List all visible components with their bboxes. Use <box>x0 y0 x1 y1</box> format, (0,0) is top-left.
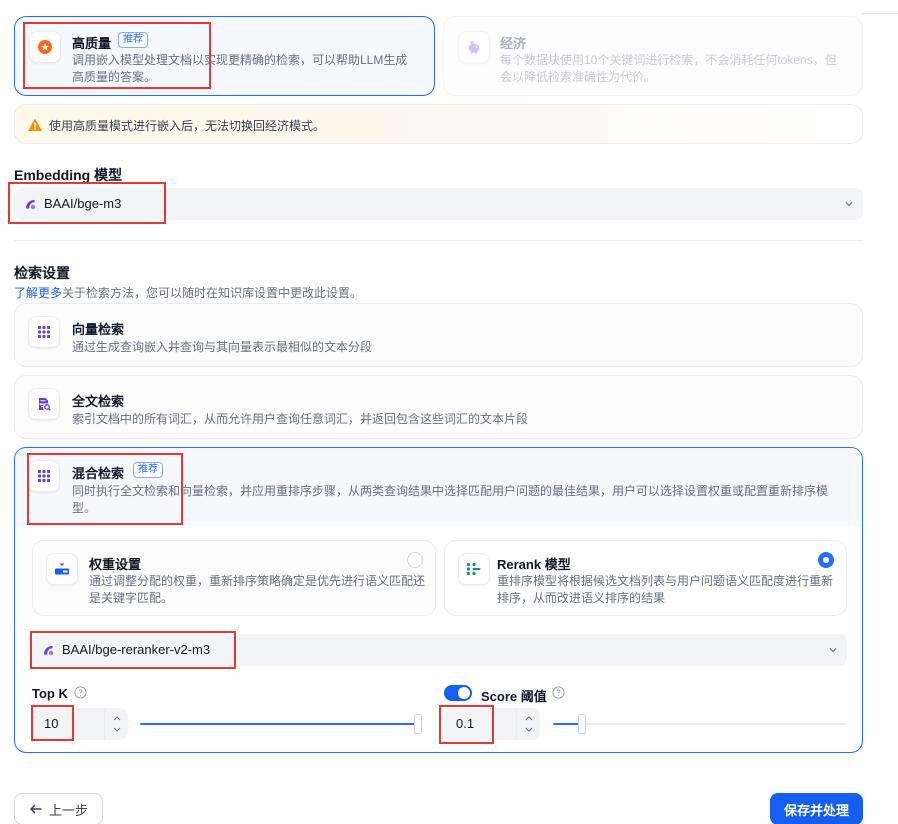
chevron-down-icon[interactable] <box>112 726 122 734</box>
retrieval-settings-title: 检索设置 <box>14 265 70 281</box>
rerank-model-radio[interactable] <box>818 552 834 568</box>
score-threshold-toggle[interactable] <box>444 685 472 701</box>
embedding-model-select[interactable]: BAAI/bge-m3 <box>14 188 863 220</box>
grid-icon <box>28 316 60 348</box>
rerank-model-option[interactable]: Rerank 模型 重排序模型将根据候选文档列表与用户问题语义匹配度进行重新排序… <box>444 540 847 616</box>
section-divider <box>14 240 863 241</box>
high-quality-desc: 调用嵌入模型处理文档以实现更精确的检索，可以帮助LLM生成高质量的答案。 <box>72 53 408 84</box>
previous-step-label: 上一步 <box>48 802 88 818</box>
recommended-badge: 推荐 <box>133 462 163 478</box>
score-threshold-label: Score 阈值 <box>481 689 547 704</box>
high-quality-title: 高质量 <box>72 36 112 51</box>
warning-text: 使用高质量模式进行嵌入后，无法切换回经济模式。 <box>49 119 326 133</box>
fulltext-search-title: 全文检索 <box>72 394 125 409</box>
slider-fill <box>140 723 422 725</box>
toggle-knob <box>458 687 470 699</box>
rerank-model-title: Rerank 模型 <box>497 557 571 572</box>
score-threshold-input[interactable]: 0.1 <box>444 708 540 740</box>
vector-search-title: 向量检索 <box>72 322 125 337</box>
previous-step-button[interactable]: 上一步 <box>14 793 103 824</box>
vector-search-desc: 通过生成查询嵌入并查询与其向量表示最相似的文本分段 <box>72 340 373 354</box>
embedding-model-value: BAAI/bge-m3 <box>44 196 122 211</box>
score-threshold-stepper[interactable] <box>516 708 540 740</box>
hybrid-search-title: 混合检索 <box>72 466 125 481</box>
vector-search-option[interactable]: 向量检索 通过生成查询嵌入并查询与其向量表示最相似的文本分段 <box>14 303 863 367</box>
help-icon[interactable] <box>552 686 565 699</box>
economy-desc: 每个数据块使用10个关键词进行检索，不会消耗任何tokens，但会以降低检索准确… <box>500 53 837 84</box>
rerank-model-select[interactable]: BAAI/bge-reranker-v2-m3 <box>32 634 847 666</box>
score-threshold-slider[interactable] <box>553 714 846 734</box>
top-k-input[interactable]: 10 <box>32 708 128 740</box>
score-threshold-value: 0.1 <box>456 716 475 731</box>
slider-track <box>553 723 846 725</box>
top-k-label: Top K <box>32 686 68 701</box>
model-provider-icon <box>44 646 54 656</box>
top-k-stepper[interactable] <box>104 708 128 740</box>
economy-title: 经济 <box>500 36 527 51</box>
rerank-model-value: BAAI/bge-reranker-v2-m3 <box>62 642 211 657</box>
arrow-left-icon <box>29 804 42 814</box>
hybrid-search-desc: 同时执行全文检索和向量检索，并应用重排序步骤，从两类查询结果中选择匹配用户问题的… <box>72 484 829 515</box>
high-quality-option[interactable]: 高质量 推荐 调用嵌入模型处理文档以实现更精确的检索，可以帮助LLM生成高质量的… <box>14 16 435 96</box>
weight-settings-title: 权重设置 <box>89 557 142 572</box>
fulltext-search-option[interactable]: 全文检索 索引文档中的所有词汇，从而允许用户查询任意词汇，并返回包含这些词汇的文… <box>14 375 863 439</box>
weight-settings-option[interactable]: 权重设置 通过调整分配的权重，重新排序策略确定是优先进行语义匹配还是关键字匹配。 <box>32 540 436 616</box>
warning-icon <box>28 118 42 131</box>
economy-option[interactable]: 经济 每个数据块使用10个关键词进行检索，不会消耗任何tokens，但会以降低检… <box>443 16 863 96</box>
piggy-bank-icon <box>458 31 490 63</box>
high-quality-icon <box>29 31 61 63</box>
rerank-icon <box>458 553 490 585</box>
slider-thumb[interactable] <box>578 714 587 734</box>
retrieval-subtitle: 关于检索方法，您可以随时在知识库设置中更改此设置。 <box>62 286 363 300</box>
slider-thumb[interactable] <box>414 714 422 734</box>
weight-icon <box>46 553 78 585</box>
weight-settings-desc: 通过调整分配的权重，重新排序策略确定是优先进行语义匹配还是关键字匹配。 <box>89 574 426 605</box>
grid-icon <box>28 460 60 492</box>
save-and-process-button[interactable]: 保存并处理 <box>770 793 863 824</box>
weight-settings-radio[interactable] <box>407 552 423 568</box>
hybrid-search-option[interactable]: 混合检索 推荐 同时执行全文检索和向量检索，并应用重排序步骤，从两类查询结果中选… <box>14 447 863 753</box>
embedding-label: Embedding 模型 <box>14 167 123 183</box>
chevron-down-icon <box>829 648 837 653</box>
help-icon[interactable] <box>74 686 87 699</box>
warning-banner: 使用高质量模式进行嵌入后，无法切换回经济模式。 <box>14 104 863 144</box>
learn-more-link[interactable]: 了解更多 <box>14 286 62 300</box>
document-search-icon <box>28 388 60 420</box>
chevron-up-icon[interactable] <box>524 714 534 722</box>
chevron-down-icon[interactable] <box>524 726 534 734</box>
top-k-slider[interactable] <box>140 714 422 734</box>
recommended-badge: 推荐 <box>118 32 148 48</box>
retrieval-subtitle-line: 了解更多关于检索方法，您可以随时在知识库设置中更改此设置。 <box>14 284 362 301</box>
model-provider-icon <box>26 200 36 210</box>
rerank-model-desc: 重排序模型将根据候选文档列表与用户问题语义匹配度进行重新排序，从而改进语义排序的… <box>497 574 834 605</box>
fulltext-search-desc: 索引文档中的所有词汇，从而允许用户查询任意词汇，并返回包含这些词汇的文本片段 <box>72 412 529 426</box>
chevron-up-icon[interactable] <box>112 714 122 722</box>
chevron-down-icon <box>845 202 853 207</box>
top-k-value: 10 <box>44 716 59 731</box>
top-divider <box>862 13 898 14</box>
